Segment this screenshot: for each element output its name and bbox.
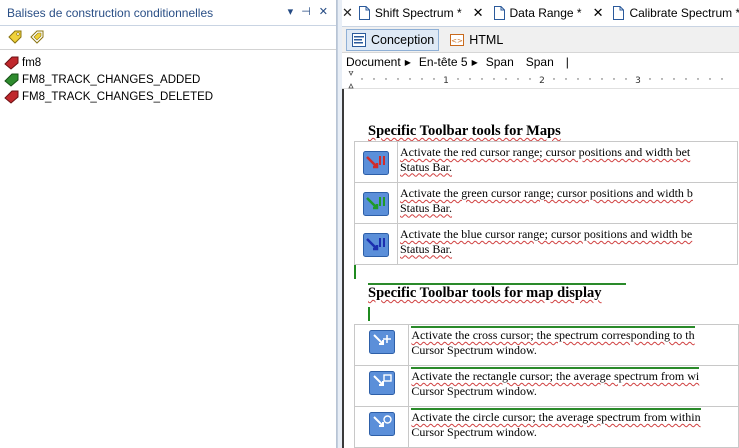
- ruler-mark: 2: [539, 76, 545, 86]
- map-display-tools-table: Activate the cross cursor; the spectrum …: [353, 324, 739, 448]
- table-row: Activate the cross cursor; the spectrum …: [353, 324, 739, 366]
- conditional-tags-panel: Balises de construction conditionnelles …: [0, 0, 337, 448]
- breadcrumb-heading[interactable]: En-tête 5: [419, 55, 468, 69]
- new-tag-button[interactable]: [6, 29, 24, 47]
- breadcrumb-document[interactable]: Document: [346, 55, 401, 69]
- green-cursor-range-icon: [363, 192, 389, 216]
- tag-item-fm8[interactable]: fm8: [4, 54, 336, 71]
- section-heading-maps: Specific Toolbar tools for Maps: [368, 123, 561, 139]
- table-row: Activate the green cursor range; cursor …: [354, 182, 738, 224]
- row-text: Status Bar.: [400, 200, 453, 215]
- panel-title: Balises de construction conditionnelles: [7, 5, 214, 20]
- breadcrumb-span[interactable]: Span: [526, 55, 554, 69]
- close-icon[interactable]: ✕: [342, 5, 353, 21]
- tag-label: fm8: [22, 56, 42, 69]
- panel-title-bar: Balises de construction conditionnelles …: [0, 0, 336, 26]
- red-cursor-range-icon: [363, 151, 389, 175]
- row-text: Status Bar.: [400, 241, 453, 256]
- svg-text:<>: <>: [451, 37, 463, 45]
- rectangle-cursor-icon: [369, 371, 395, 395]
- chevron-right-icon: ▶: [404, 57, 411, 67]
- tag-item-track-changes-added[interactable]: FM8_TRACK_CHANGES_ADDED: [4, 71, 336, 88]
- chevron-right-icon: ▶: [471, 57, 478, 67]
- panel-controls: ▾ ⊣ ✕: [288, 5, 328, 18]
- row-text: Cursor Spectrum window.: [411, 342, 537, 357]
- tags-toolbar: [0, 26, 336, 50]
- row-text: Activate the green cursor range; cursor …: [400, 186, 693, 200]
- change-marker: [354, 265, 356, 279]
- circle-cursor-icon: [369, 412, 395, 436]
- section-heading-map-display: Specific Toolbar tools for map display: [368, 285, 602, 301]
- design-view-icon: [352, 32, 366, 47]
- html-view-button[interactable]: <> HTML: [445, 29, 507, 51]
- close-icon[interactable]: ✕: [593, 5, 604, 21]
- document-tabs: ✕ Shift Spectrum * ✕ Data Range * ✕ Cali…: [342, 0, 739, 27]
- conception-view-button[interactable]: Conception: [346, 28, 440, 51]
- tag-icon: [8, 30, 22, 44]
- editor-pane: ✕ Shift Spectrum * ✕ Data Range * ✕ Cali…: [342, 0, 739, 448]
- row-text: Activate the circle cursor; the average …: [411, 408, 701, 424]
- tag-icon: [4, 56, 19, 70]
- tag-edit-icon: [30, 30, 44, 44]
- row-text: Activate the red cursor range; cursor po…: [400, 145, 691, 159]
- conception-label: Conception: [371, 32, 435, 47]
- table-row: Activate the red cursor range; cursor po…: [354, 141, 738, 183]
- table-row: Activate the rectangle cursor; the avera…: [353, 365, 739, 407]
- blue-cursor-range-icon: [363, 233, 389, 257]
- view-mode-bar: Conception <> HTML: [342, 27, 739, 53]
- table-row: Activate the circle cursor; the average …: [353, 406, 739, 448]
- ruler[interactable]: 1 2 3: [342, 70, 739, 89]
- tag-item-track-changes-deleted[interactable]: FM8_TRACK_CHANGES_DELETED: [4, 88, 336, 105]
- page-edge: [342, 89, 344, 448]
- ruler-mark: 1: [443, 76, 449, 86]
- breadcrumb: Document ▶ En-tête 5 ▶ Span Span |: [342, 53, 739, 71]
- document-canvas[interactable]: Specific Toolbar tools for Maps Activate…: [342, 89, 739, 448]
- document-icon: [358, 6, 370, 20]
- html-icon: <>: [450, 33, 465, 46]
- row-text: Cursor Spectrum window.: [411, 424, 537, 439]
- close-icon[interactable]: ✕: [473, 5, 484, 21]
- cross-cursor-icon: [369, 330, 395, 354]
- ruler-mark: 3: [635, 76, 641, 86]
- tab-calibrate-spectrum[interactable]: Calibrate Spectrum *: [607, 0, 739, 26]
- pin-icon[interactable]: ⊣: [301, 5, 311, 18]
- close-icon[interactable]: ✕: [319, 5, 328, 18]
- tab-label: Data Range *: [509, 6, 582, 20]
- tag-label: FM8_TRACK_CHANGES_DELETED: [22, 90, 214, 103]
- edit-tag-button[interactable]: [28, 29, 46, 47]
- row-text: Activate the blue cursor range; cursor p…: [400, 227, 693, 241]
- ruler-scale: 1 2 3: [342, 70, 739, 89]
- tab-shift-spectrum[interactable]: Shift Spectrum * ✕: [353, 0, 488, 26]
- tag-list: fm8 FM8_TRACK_CHANGES_ADDED FM8_TRACK_CH…: [0, 50, 336, 105]
- tab-label: Calibrate Spectrum *: [629, 6, 739, 20]
- panel-menu-icon[interactable]: ▾: [288, 5, 294, 18]
- tag-icon: [4, 90, 19, 104]
- row-text: Activate the rectangle cursor; the avera…: [411, 367, 700, 383]
- tab-label: Shift Spectrum *: [374, 6, 462, 20]
- tab-data-range[interactable]: Data Range * ✕: [488, 0, 608, 26]
- breadcrumb-cursor: |: [565, 55, 569, 69]
- maps-tools-table: Activate the red cursor range; cursor po…: [354, 141, 738, 265]
- breadcrumb-span[interactable]: Span: [486, 55, 514, 69]
- table-row: Activate the blue cursor range; cursor p…: [354, 223, 738, 265]
- row-text: Cursor Spectrum window.: [411, 383, 537, 398]
- change-marker: [368, 307, 370, 321]
- tag-label: FM8_TRACK_CHANGES_ADDED: [22, 73, 201, 86]
- row-text: Activate the cross cursor; the spectrum …: [411, 326, 695, 342]
- html-label: HTML: [469, 32, 504, 47]
- document-icon: [613, 6, 625, 20]
- tag-icon: [4, 73, 19, 87]
- row-text: Status Bar.: [400, 159, 453, 174]
- document-icon: [493, 6, 505, 20]
